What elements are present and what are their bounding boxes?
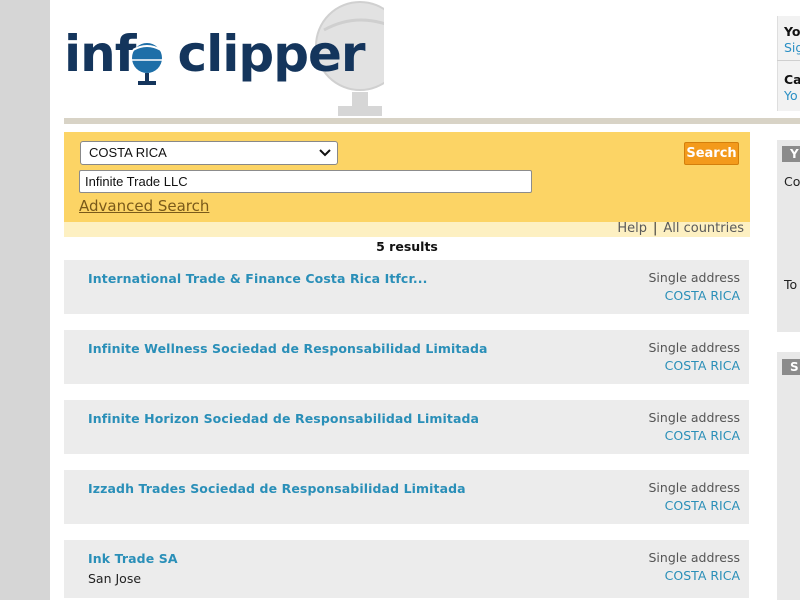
result-name-link[interactable]: International Trade & Finance Costa Rica… [88,271,427,286]
result-name-link[interactable]: Ink Trade SA [88,551,178,566]
account-divider [777,60,800,61]
logo-text-part2: clipper [177,25,366,83]
result-name-link[interactable]: Infinite Wellness Sociedad de Responsabi… [88,341,488,356]
site-logo[interactable]: inf clipper [64,0,384,118]
all-countries-link[interactable]: All countries [663,221,744,236]
result-item[interactable]: Ink Trade SA San Jose Single address COS… [64,540,749,598]
result-address-type: Single address [648,410,740,425]
cart-title: Ca [784,72,800,87]
result-address-type: Single address [648,550,740,565]
result-address-type: Single address [648,340,740,355]
result-address-type: Single address [648,270,740,285]
header-divider [64,118,800,124]
account-title: Yo [784,24,800,39]
sign-in-link[interactable]: Sig [784,40,800,55]
advanced-search-link[interactable]: Advanced Search [79,197,209,215]
chevron-down-icon [319,149,331,157]
result-item[interactable]: Infinite Horizon Sociedad de Responsabil… [64,400,749,454]
result-country: COSTA RICA [664,498,740,513]
side-box-1-text: Co [784,174,800,189]
result-country: COSTA RICA [664,568,740,583]
result-address-type: Single address [648,480,740,495]
company-search-input[interactable]: Infinite Trade LLC [79,170,532,193]
help-separator: | [652,221,658,236]
side-box-1 [777,140,800,332]
help-links: Help | All countries [617,221,744,236]
result-country: COSTA RICA [664,428,740,443]
side-box-1-text-2: To [784,277,798,292]
result-name-link[interactable]: Izzadh Trades Sociedad de Responsabilida… [88,481,466,496]
logo-text-part1: inf [64,25,136,83]
result-country: COSTA RICA [664,358,740,373]
result-city: San Jose [88,571,142,586]
logo-globe-icon [132,43,162,85]
page-left-gutter [0,0,50,600]
result-item[interactable]: Infinite Wellness Sociedad de Responsabi… [64,330,749,384]
help-link[interactable]: Help [617,221,647,236]
result-country: COSTA RICA [664,288,740,303]
logo-wordmark: inf clipper [64,24,366,84]
result-item[interactable]: International Trade & Finance Costa Rica… [64,260,749,314]
country-select[interactable]: COSTA RICA [80,141,338,165]
result-name-link[interactable]: Infinite Horizon Sociedad de Responsabil… [88,411,479,426]
side-box-1-heading: Y [782,146,800,162]
side-box-2 [777,352,800,600]
search-button[interactable]: Search [684,142,739,165]
country-select-value: COSTA RICA [89,145,167,160]
result-item[interactable]: Izzadh Trades Sociedad de Responsabilida… [64,470,749,524]
side-box-2-heading: S [782,359,800,375]
result-count: 5 results [376,239,438,254]
cart-link[interactable]: Yo [784,88,798,103]
